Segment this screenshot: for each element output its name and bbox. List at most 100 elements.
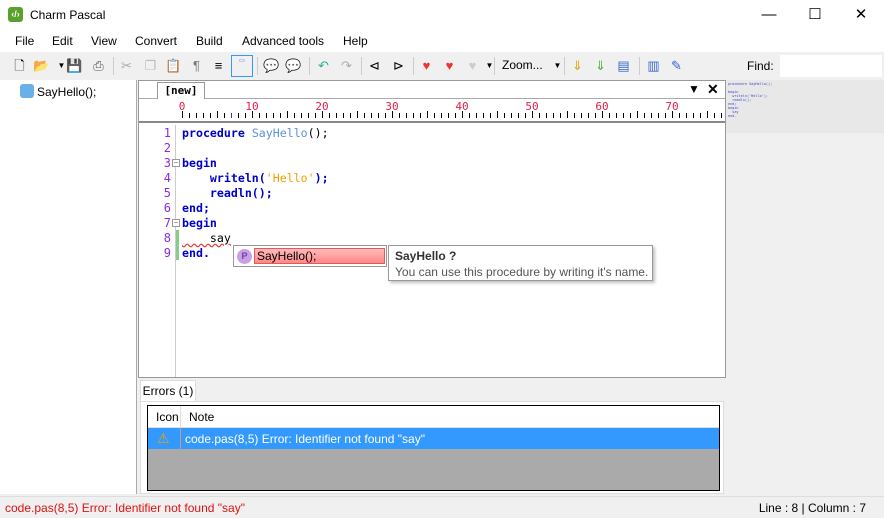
- document-icon[interactable]: ▥: [645, 57, 662, 74]
- remove-bookmark-icon[interactable]: ♥: [441, 57, 458, 74]
- find-input[interactable]: [780, 55, 882, 77]
- ruler-tick: [210, 113, 211, 118]
- ruler-tick: [553, 113, 554, 118]
- ruler-tick: [658, 113, 659, 118]
- autocomplete-popup: P SayHello();: [233, 245, 387, 267]
- ruler-tick: [301, 113, 302, 118]
- ruler-tick: [574, 113, 575, 118]
- ruler-tick: [707, 111, 708, 118]
- ruler-tick: [469, 113, 470, 118]
- ruler-tick: [399, 113, 400, 118]
- add-bookmark-icon[interactable]: ♥: [418, 57, 435, 74]
- ruler-tick: [497, 111, 498, 118]
- zoom-dropdown[interactable]: Zoom...: [502, 58, 543, 72]
- redo-icon[interactable]: ↷: [338, 57, 355, 74]
- back-icon[interactable]: ⊲: [366, 57, 383, 74]
- ruler-tick: [315, 113, 316, 118]
- ruler-tick: [329, 113, 330, 118]
- window-icon[interactable]: ▤: [615, 57, 632, 74]
- ruler-tick: [378, 113, 379, 118]
- ruler-tick: [280, 113, 281, 118]
- paragraph-icon[interactable]: ¶: [188, 57, 205, 74]
- ruler-tick: [539, 113, 540, 118]
- ruler-tick: [462, 111, 463, 118]
- minimap[interactable]: procedure SayHello(); begin writeln('Hell…: [726, 80, 884, 133]
- copy-icon[interactable]: ❐: [142, 57, 159, 74]
- table-row[interactable]: ⚠ code.pas(8,5) Error: Identifier not fo…: [148, 428, 719, 449]
- warning-error-icon: ⚠: [157, 430, 170, 446]
- close-tab-icon[interactable]: ✕: [707, 81, 719, 98]
- ruler-tick: [252, 111, 253, 118]
- close-button[interactable]: ✕: [838, 0, 884, 30]
- binary-orange-icon[interactable]: ⇓: [569, 57, 586, 74]
- tab-list-icon[interactable]: ▼: [688, 82, 700, 96]
- tooltip-title: SayHello ?: [395, 249, 457, 263]
- code-line-3: begin: [182, 156, 217, 170]
- status-message: code.pas(8,5) Error: Identifier not foun…: [5, 501, 245, 515]
- ruler-tick: [609, 113, 610, 118]
- column-note[interactable]: Note: [189, 410, 214, 424]
- window-title: Charm Pascal: [30, 8, 106, 22]
- ruler-tick: [196, 113, 197, 118]
- ruler-tick: [504, 113, 505, 118]
- align-text-icon[interactable]: ≡: [210, 57, 227, 74]
- menu-file[interactable]: File: [15, 34, 34, 48]
- menu-view[interactable]: View: [91, 34, 117, 48]
- fold-toggle-icon[interactable]: −: [172, 219, 180, 227]
- tree-item-sayhello[interactable]: SayHello();: [37, 85, 96, 99]
- ruler-tick: [273, 113, 274, 118]
- ruler-tick: [567, 111, 568, 118]
- binary-green-icon[interactable]: ⇓: [592, 57, 609, 74]
- menu-build[interactable]: Build: [196, 34, 223, 48]
- line-number: 3: [163, 156, 171, 170]
- bookmarks-icon[interactable]: ♥: [464, 57, 481, 74]
- ruler-tick: [637, 111, 638, 118]
- ruler-tick: [700, 113, 701, 118]
- line-number: 2: [163, 141, 171, 155]
- code-line-5: readln();: [182, 186, 273, 200]
- ruler-tick: [406, 113, 407, 118]
- ruler-tick: [413, 113, 414, 118]
- ruler-tick: [371, 113, 372, 118]
- ruler-tick: [182, 111, 183, 118]
- ruler-tick: [651, 113, 652, 118]
- bookmarks-dropdown-icon[interactable]: ▼: [481, 57, 498, 74]
- print-icon[interactable]: ⎙: [90, 57, 107, 74]
- ruler-tick: [518, 113, 519, 118]
- menu-edit[interactable]: Edit: [52, 34, 73, 48]
- menu-advanced-tools[interactable]: Advanced tools: [242, 34, 324, 48]
- column-icon[interactable]: Icon: [156, 410, 179, 424]
- open-folder-icon[interactable]: 📂: [33, 57, 50, 74]
- errors-list: Icon Note ⚠ code.pas(8,5) Error: Identif…: [147, 405, 720, 491]
- menu-convert[interactable]: Convert: [135, 34, 177, 48]
- minimize-button[interactable]: —: [746, 0, 792, 30]
- maximize-button[interactable]: ☐: [792, 0, 838, 30]
- title-bar: ‹/› Charm Pascal — ☐ ✕: [0, 0, 884, 30]
- autocomplete-item[interactable]: SayHello();: [254, 248, 385, 264]
- ruler-tick: [245, 113, 246, 118]
- cut-icon[interactable]: ✂: [118, 57, 135, 74]
- code-line-7: begin: [182, 216, 217, 230]
- errors-panel: Icon Note ⚠ code.pas(8,5) Error: Identif…: [140, 401, 724, 494]
- region-icon[interactable]: ▭: [231, 55, 253, 77]
- tab-new[interactable]: [new]: [157, 82, 205, 99]
- menu-help[interactable]: Help: [343, 34, 368, 48]
- add-comment-icon[interactable]: 💬: [263, 57, 280, 74]
- menu-bar: File Edit View Convert Build Advanced to…: [0, 30, 884, 52]
- ruler-tick: [644, 113, 645, 118]
- status-bar: code.pas(8,5) Error: Identifier not foun…: [0, 496, 884, 518]
- new-file-icon[interactable]: 🗋: [11, 57, 28, 74]
- line-number: 4: [163, 171, 171, 185]
- save-icon[interactable]: 💾: [66, 57, 83, 74]
- undo-icon[interactable]: ↶: [315, 57, 332, 74]
- ruler-tick: [217, 111, 218, 118]
- syringe-icon[interactable]: ✎: [668, 57, 685, 74]
- fold-toggle-icon[interactable]: −: [172, 159, 180, 167]
- remove-comment-icon[interactable]: 💬: [285, 57, 302, 74]
- ruler-tick: [665, 113, 666, 118]
- forward-icon[interactable]: ⊳: [390, 57, 407, 74]
- ruler-tick: [714, 113, 715, 118]
- paste-icon[interactable]: 📋: [165, 57, 182, 74]
- line-number: 6: [163, 201, 171, 215]
- tab-errors[interactable]: Errors (1): [140, 380, 196, 402]
